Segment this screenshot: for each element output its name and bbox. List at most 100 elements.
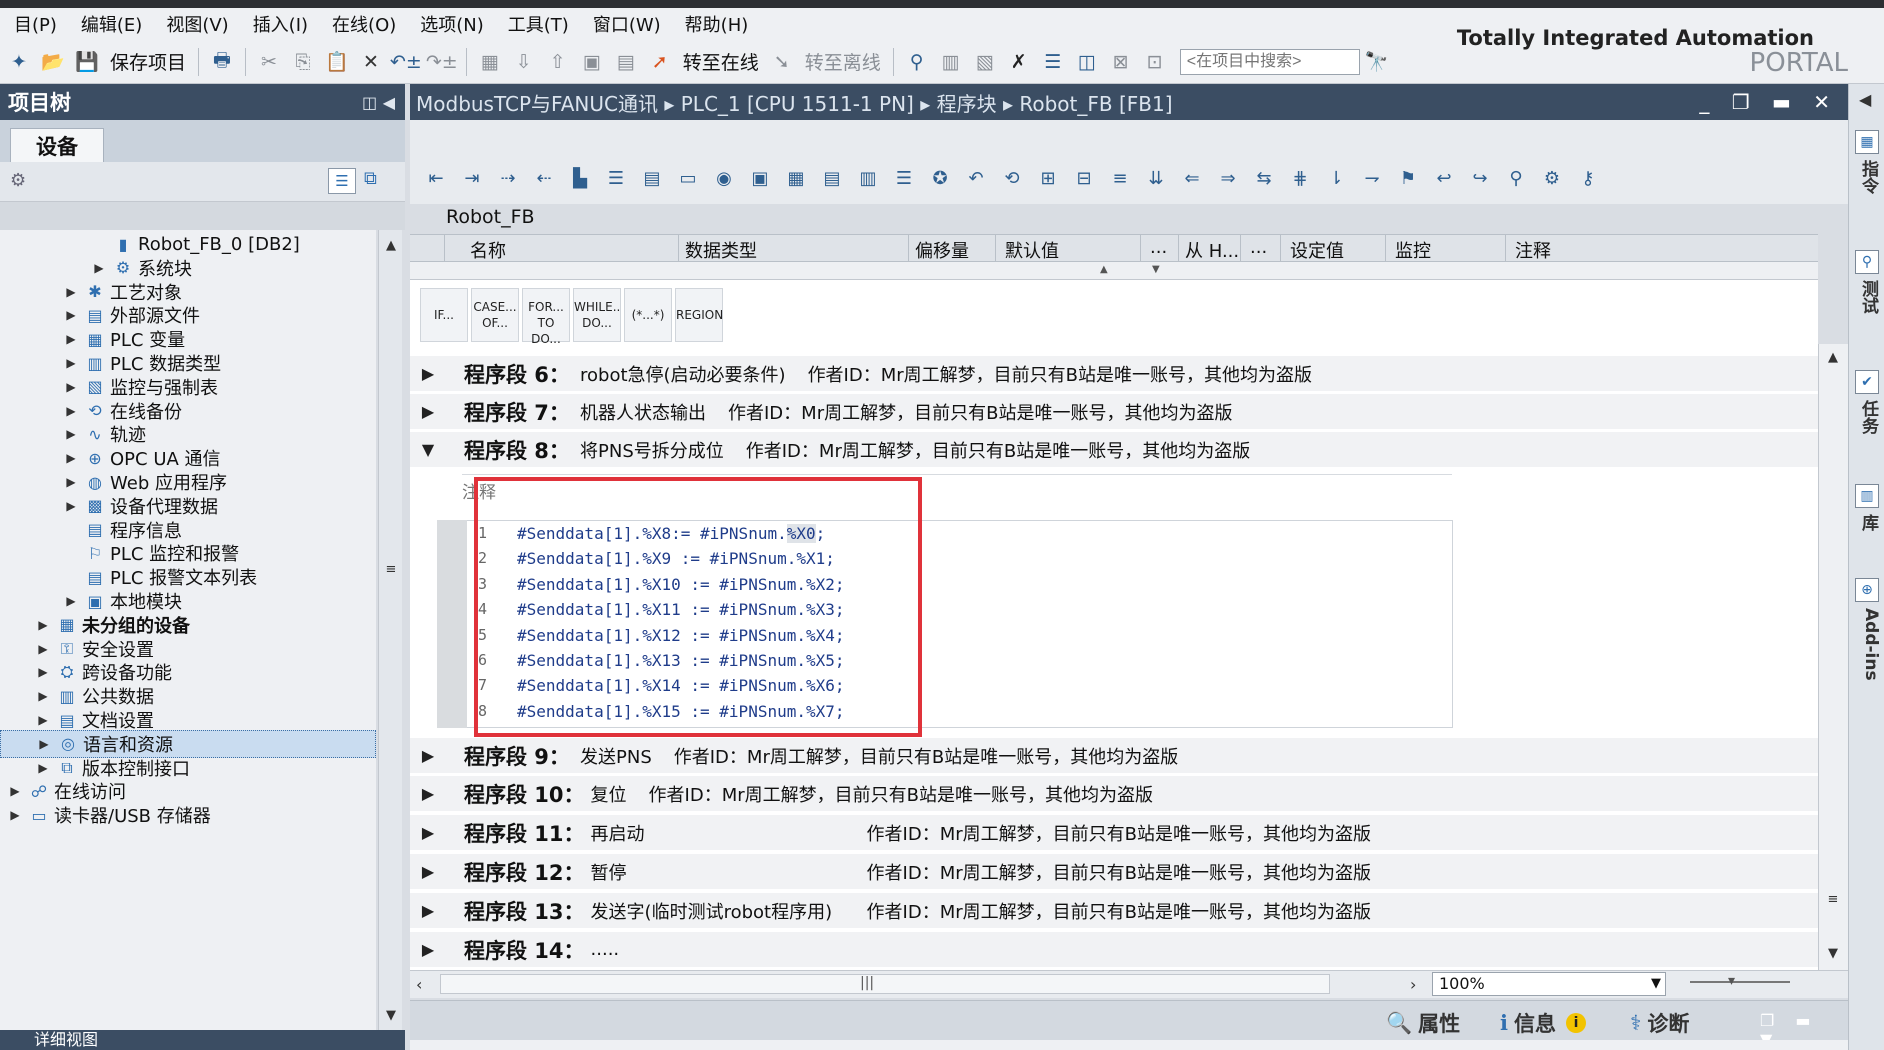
maximize-editor-icon[interactable]: ⊠	[1106, 46, 1136, 78]
editor-tool-icon[interactable]: ⚑	[1392, 162, 1424, 194]
expand-arrow-icon[interactable]: ▶	[36, 713, 50, 727]
editor-tool-icon[interactable]: ⚲	[1500, 162, 1532, 194]
network-row[interactable]: ▶ 程序段 13： 发送字(临时测试robot程序用) 作者ID：Mr周工解梦，目前只…	[410, 893, 1818, 929]
editor-tool-icon[interactable]: ▙	[564, 162, 596, 194]
column-divider[interactable]	[1140, 235, 1141, 263]
network-view-icon[interactable]: ⚙	[10, 170, 26, 191]
expand-network-icon[interactable]: ▶	[410, 901, 446, 920]
menu-item-5[interactable]: 选项(N)	[408, 11, 496, 37]
editor-tool-icon[interactable]: ⇠	[528, 162, 560, 194]
breadcrumb-item[interactable]: Robot_FB [FB1]	[1019, 92, 1172, 116]
expand-arrow-icon[interactable]: ▶	[36, 665, 50, 679]
column-divider[interactable]	[908, 235, 909, 263]
tab-tasks[interactable]: 任务	[1853, 400, 1881, 434]
paste-icon[interactable]: 📋	[322, 46, 352, 78]
editor-tool-icon[interactable]: ↶	[960, 162, 992, 194]
expand-network-icon[interactable]: ▶	[410, 364, 446, 383]
editor-tool-icon[interactable]: ◉	[708, 162, 740, 194]
collapse-panel-icon[interactable]: ◫ ◀	[362, 93, 395, 112]
editor-tool-icon[interactable]: ⇤	[420, 162, 452, 194]
network-row[interactable]: ▼ 程序段 8： 将PNS号拆分成位 作者ID：Mr周工解梦，目前只有B站是唯一账号，…	[410, 432, 1818, 468]
expand-network-icon[interactable]: ▶	[410, 746, 446, 765]
zoom-slider-track[interactable]	[1690, 981, 1790, 983]
instruction-template-button[interactable]: IF...	[420, 288, 468, 342]
editor-tool-icon[interactable]: ⇥	[456, 162, 488, 194]
editor-tool-icon[interactable]: ⋕	[1284, 162, 1316, 194]
tab-devices[interactable]: 设备	[10, 128, 104, 162]
network-description[interactable]: 将PNS号拆分成位	[580, 437, 724, 463]
tree-item[interactable]: ▶ ▭ 读卡器/USB 存储器	[0, 801, 376, 829]
collapse-task-cards-icon[interactable]: ◀	[1859, 90, 1871, 109]
new-project-icon[interactable]: ✦	[4, 46, 34, 78]
expand-arrow-icon[interactable]: ▶	[64, 404, 78, 418]
network-description[interactable]: 复位	[591, 781, 627, 807]
network-row[interactable]: ▶ 程序段 14：.....	[410, 932, 1818, 968]
expand-arrow-icon[interactable]: ▶	[36, 761, 50, 775]
instructions-tab-icon[interactable]: ▦	[1855, 130, 1879, 154]
column-divider[interactable]	[1280, 235, 1281, 263]
start-simulation-icon[interactable]: ▤	[611, 46, 641, 78]
scroll-grip-icon[interactable]: ≡	[381, 560, 401, 580]
network-row[interactable]: ▶ 程序段 10： 复位 作者ID：Mr周工解梦，目前只有B站是唯一账号，其他均为盗版	[410, 776, 1818, 812]
expand-arrow-icon[interactable]: ▶	[64, 499, 78, 513]
save-project-button[interactable]: 保存项目	[106, 46, 190, 78]
undo-icon[interactable]: ↶±	[390, 46, 422, 78]
network-row[interactable]: ▶ 程序段 12： 暂停 作者ID：Mr周工解梦，目前只有B站是唯一账号，其他均为盗版	[410, 854, 1818, 890]
column-divider[interactable]	[678, 235, 679, 263]
column-header[interactable]: ...	[1150, 237, 1167, 258]
column-header[interactable]: ...	[1250, 237, 1267, 258]
menu-item-8[interactable]: 帮助(H)	[673, 11, 761, 37]
instruction-template-button[interactable]: FOR... TO DO...	[522, 288, 570, 346]
editor-tool-icon[interactable]: ⇆	[1248, 162, 1280, 194]
restore-editor-icon[interactable]: ⊡	[1140, 46, 1170, 78]
editor-tool-icon[interactable]: ⇂	[1320, 162, 1352, 194]
menu-item-2[interactable]: 视图(V)	[154, 11, 240, 37]
column-header[interactable]: 注释	[1515, 237, 1551, 263]
scroll-up-icon[interactable]: ▲	[381, 236, 401, 256]
tab-diagnostics[interactable]: ⚕ 诊断	[1630, 1007, 1689, 1039]
editor-tool-icon[interactable]: ⚙	[1536, 162, 1568, 194]
expand-arrow-icon[interactable]: ▶	[64, 332, 78, 346]
start-cpu-icon[interactable]: ▥	[936, 46, 966, 78]
tab-instructions[interactable]: 指令	[1853, 160, 1881, 194]
testing-tab-icon[interactable]: ⚲	[1855, 250, 1879, 274]
column-divider[interactable]	[1385, 235, 1386, 263]
editor-tool-icon[interactable]: ⇐	[1176, 162, 1208, 194]
network-description[interactable]: 暂停	[591, 859, 867, 885]
editor-tool-icon[interactable]: ⚷	[1572, 162, 1604, 194]
network-row[interactable]: ▶ 程序段 7： 机器人状态输出 作者ID：Mr周工解梦，目前只有B站是唯一账号，其他…	[410, 394, 1818, 430]
split-horizontal-icon[interactable]: ☰	[1038, 46, 1068, 78]
upload-icon[interactable]: ⇧	[543, 46, 573, 78]
expand-arrow-icon[interactable]: ▶	[64, 475, 78, 489]
instruction-template-button[interactable]: (*...*)	[624, 288, 672, 342]
expand-network-icon[interactable]: ▶	[410, 823, 446, 842]
expand-arrow-icon[interactable]: ▶	[36, 689, 50, 703]
column-header[interactable]: 设定值	[1290, 237, 1344, 263]
collapse-network-icon[interactable]: ▼	[410, 440, 446, 459]
breadcrumb-item[interactable]: 程序块	[937, 92, 997, 116]
tab-libraries[interactable]: 库	[1853, 514, 1881, 531]
expand-arrow-icon[interactable]: ▶	[64, 380, 78, 394]
editor-tool-icon[interactable]: ▥	[852, 162, 884, 194]
collapse-up-icon[interactable]: ▲	[1100, 264, 1108, 275]
column-header[interactable]: 偏移量	[915, 237, 969, 263]
zoom-select[interactable]: 100% ▼	[1432, 972, 1666, 996]
menu-item-0[interactable]: 目(P)	[2, 11, 69, 37]
go-online-button[interactable]: 转至在线	[679, 46, 763, 78]
simulation-icon[interactable]: ▣	[577, 46, 607, 78]
instruction-template-button[interactable]: CASE... OF...	[471, 288, 519, 342]
expand-arrow-icon[interactable]: ▶	[8, 784, 22, 798]
download-icon[interactable]: ⇩	[509, 46, 539, 78]
menu-item-3[interactable]: 插入(I)	[241, 11, 320, 37]
editor-tool-icon[interactable]: ⊞	[1032, 162, 1064, 194]
editor-tool-icon[interactable]: ☰	[600, 162, 632, 194]
tab-addins[interactable]: Add-ins	[1853, 608, 1881, 681]
column-header[interactable]: 监控	[1395, 237, 1431, 263]
menu-item-4[interactable]: 在线(O)	[320, 11, 408, 37]
editor-tool-icon[interactable]: ▦	[780, 162, 812, 194]
expand-network-icon[interactable]: ▶	[410, 862, 446, 881]
go-offline-icon[interactable]: ➘	[767, 46, 797, 78]
accessible-devices-icon[interactable]: ⚲	[902, 46, 932, 78]
go-offline-button[interactable]: 转至离线	[801, 46, 885, 78]
detail-view-header[interactable]: 详细视图	[0, 1030, 405, 1050]
